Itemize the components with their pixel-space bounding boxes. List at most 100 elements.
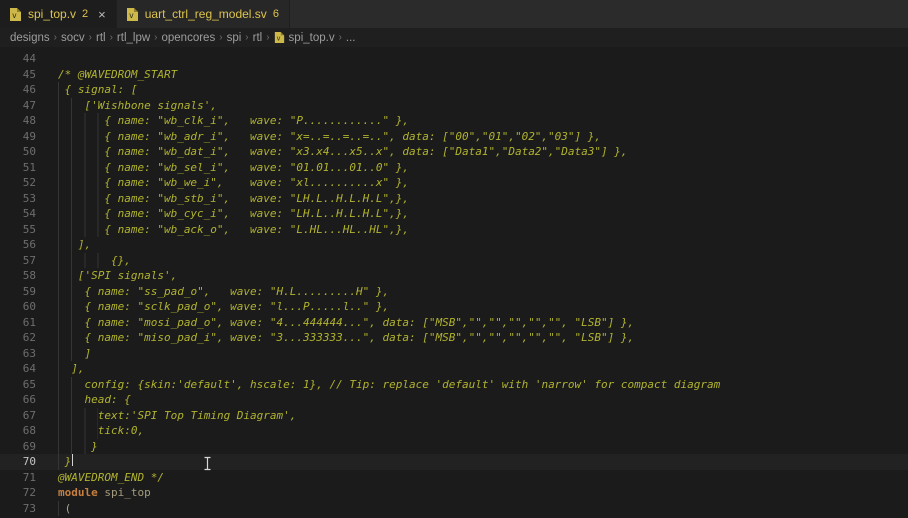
code-text: { name: "wb_cyc_i", wave: "LH.L..H.L.H.L… <box>36 206 409 222</box>
chevron-right-icon: › <box>219 32 222 43</box>
line-number[interactable]: 54 <box>0 206 36 222</box>
line-number[interactable]: 70 <box>0 454 36 470</box>
breadcrumb-item[interactable]: designs <box>10 32 50 44</box>
code-token: { name: "wb_ack_o", wave: "L.HL...HL..HL… <box>104 222 409 238</box>
line-number[interactable]: 61 <box>0 315 36 331</box>
tab-uart-ctrl-reg-model[interactable]: v uart_ctrl_reg_model.sv 6 <box>117 0 290 28</box>
line-number[interactable]: 65 <box>0 377 36 393</box>
line-number[interactable]: 59 <box>0 284 36 300</box>
line-number[interactable]: 51 <box>0 160 36 176</box>
line-number[interactable]: 71 <box>0 470 36 486</box>
code-line[interactable]: 49{ name: "wb_adr_i", wave: "x=..=..=..=… <box>0 129 908 145</box>
code-line[interactable]: 66 head: { <box>0 392 908 408</box>
code-line[interactable]: 54{ name: "wb_cyc_i", wave: "LH.L..H.L.H… <box>0 206 908 222</box>
line-number[interactable]: 63 <box>0 346 36 362</box>
chevron-right-icon: › <box>339 32 342 43</box>
code-text: ['SPI signals', <box>36 268 177 284</box>
breadcrumb-file[interactable]: vspi_top.v <box>274 31 335 44</box>
breadcrumb-more[interactable]: ... <box>346 32 356 44</box>
breadcrumb-item[interactable]: opencores <box>162 32 216 44</box>
code-line[interactable]: 53{ name: "wb_stb_i", wave: "LH.L..H.L.H… <box>0 191 908 207</box>
code-text: /* @WAVEDROM_START <box>36 67 177 83</box>
breadcrumb-item[interactable]: rtl_lpw <box>117 32 150 44</box>
code-token: { name: "sclk_pad_o", wave: "l...P.....l… <box>84 299 389 315</box>
line-number[interactable]: 52 <box>0 175 36 191</box>
line-number[interactable]: 67 <box>0 408 36 424</box>
code-text: { name: "miso_pad_i", wave: "3...333333.… <box>36 330 634 346</box>
indent-guides <box>58 501 65 517</box>
code-line[interactable]: 64], <box>0 361 908 377</box>
indent-guides <box>58 82 65 98</box>
code-line[interactable]: 56], <box>0 237 908 253</box>
code-line[interactable]: 48{ name: "wb_clk_i", wave: "P..........… <box>0 113 908 129</box>
code-token: ], <box>78 237 91 253</box>
line-number[interactable]: 62 <box>0 330 36 346</box>
tab-problem-badge: 6 <box>273 8 279 20</box>
line-number[interactable]: 46 <box>0 82 36 98</box>
code-line[interactable]: 57{}, <box>0 253 908 269</box>
code-line[interactable]: 46{ signal: [ <box>0 82 908 98</box>
indent-guides <box>58 98 84 114</box>
breadcrumb-item[interactable]: rtl <box>96 32 106 44</box>
code-token: head: { <box>84 392 130 408</box>
line-number[interactable]: 45 <box>0 67 36 83</box>
line-number[interactable]: 57 <box>0 253 36 269</box>
close-icon[interactable]: × <box>98 8 106 21</box>
code-line[interactable]: 62{ name: "miso_pad_i", wave: "3...33333… <box>0 330 908 346</box>
line-number[interactable]: 69 <box>0 439 36 455</box>
line-number[interactable]: 72 <box>0 485 36 501</box>
code-line[interactable]: 47['Wishbone signals', <box>0 98 908 114</box>
tab-label: spi_top.v <box>28 7 76 21</box>
line-number[interactable]: 73 <box>0 501 36 517</box>
code-line[interactable]: 50{ name: "wb_dat_i", wave: "x3.x4...x5.… <box>0 144 908 160</box>
code-line[interactable]: 59{ name: "ss_pad_o", wave: "H.L........… <box>0 284 908 300</box>
code-line[interactable]: 45/* @WAVEDROM_START <box>0 67 908 83</box>
line-number[interactable]: 44 <box>0 51 36 67</box>
indent-guides <box>58 439 91 455</box>
code-line[interactable]: 70} <box>0 454 908 470</box>
code-line[interactable]: 69} <box>0 439 908 455</box>
code-token: { name: "mosi_pad_o", wave: "4...444444.… <box>84 315 634 331</box>
code-line[interactable]: 51{ name: "wb_sel_i", wave: "01.01...01.… <box>0 160 908 176</box>
indent-guides <box>58 144 104 160</box>
breadcrumb-item[interactable]: spi <box>227 32 242 44</box>
line-number[interactable]: 55 <box>0 222 36 238</box>
code-line[interactable]: 68tick:0, <box>0 423 908 439</box>
line-number[interactable]: 53 <box>0 191 36 207</box>
code-line[interactable]: 61 { name: "mosi_pad_o", wave: "4...44444… <box>0 315 908 331</box>
code-line[interactable]: 71@WAVEDROM_END */ <box>0 470 908 486</box>
indent-guides <box>58 330 84 346</box>
breadcrumb-item[interactable]: socv <box>61 32 85 44</box>
indent-guides <box>58 191 104 207</box>
indent-guides <box>58 284 84 300</box>
code-line[interactable]: 58['SPI signals', <box>0 268 908 284</box>
code-line[interactable]: 72module spi_top <box>0 485 908 501</box>
indent-guides <box>58 175 104 191</box>
line-number[interactable]: 68 <box>0 423 36 439</box>
code-text: ['Wishbone signals', <box>36 98 217 114</box>
code-line[interactable]: 52{ name: "wb_we_i", wave: "xl..........… <box>0 175 908 191</box>
line-number[interactable]: 64 <box>0 361 36 377</box>
line-number[interactable]: 56 <box>0 237 36 253</box>
code-text: config: {skin:'default', hscale: 1}, // … <box>36 377 720 393</box>
line-number[interactable]: 58 <box>0 268 36 284</box>
tab-spi-top[interactable]: v spi_top.v 2 × <box>0 0 117 28</box>
line-number[interactable]: 50 <box>0 144 36 160</box>
line-number[interactable]: 47 <box>0 98 36 114</box>
line-number[interactable]: 60 <box>0 299 36 315</box>
code-line[interactable]: 60 { name: "sclk_pad_o", wave: "l...P....… <box>0 299 908 315</box>
breadcrumb-item[interactable]: rtl <box>253 32 263 44</box>
line-number[interactable]: 48 <box>0 113 36 129</box>
code-line[interactable]: 65config: {skin:'default', hscale: 1}, /… <box>0 377 908 393</box>
editor-area[interactable]: 4445/* @WAVEDROM_START46{ signal: [47['W… <box>0 47 908 518</box>
code-line[interactable]: 55 { name: "wb_ack_o", wave: "L.HL...HL..… <box>0 222 908 238</box>
code-line[interactable]: 67text:'SPI Top Timing Diagram', <box>0 408 908 424</box>
code-text: { name: "mosi_pad_o", wave: "4...444444.… <box>36 315 634 331</box>
code-text: text:'SPI Top Timing Diagram', <box>36 408 296 424</box>
tab-problem-badge: 2 <box>82 8 88 20</box>
line-number[interactable]: 66 <box>0 392 36 408</box>
line-number[interactable]: 49 <box>0 129 36 145</box>
code-line[interactable]: 44 <box>0 51 908 67</box>
code-line[interactable]: 73( <box>0 501 908 517</box>
code-line[interactable]: 63] <box>0 346 908 362</box>
